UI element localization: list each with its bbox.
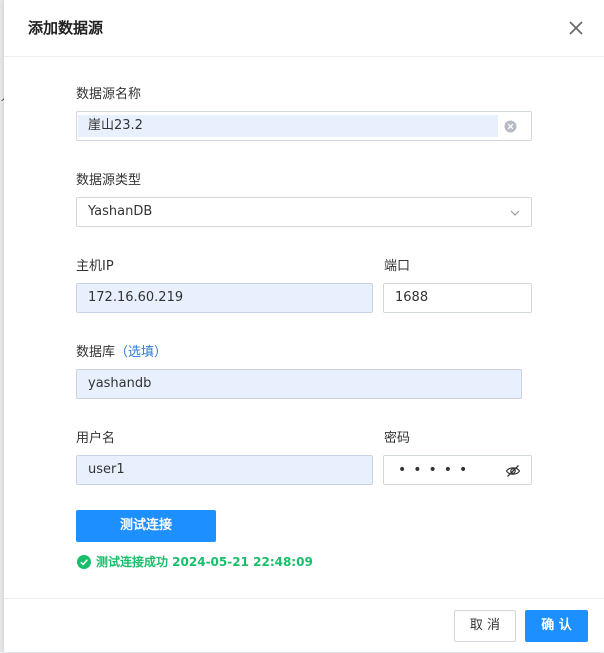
database-label: 数据库（选填） [76, 341, 167, 360]
password-input[interactable]: ••••• [383, 455, 532, 485]
database-value: yashandb [88, 376, 152, 391]
datasource-name-label: 数据源名称 [76, 87, 142, 102]
datasource-type-value: YashanDB [88, 204, 153, 219]
close-icon[interactable] [566, 18, 586, 38]
username-label: 用户名 [76, 431, 116, 446]
username-value: user1 [88, 462, 125, 477]
check-circle-icon [77, 555, 91, 569]
cancel-button[interactable]: 取 消 [454, 610, 516, 642]
chevron-down-icon [510, 210, 520, 216]
connection-success-text: 测试连接成功 2024-05-21 22:48:09 [96, 555, 313, 569]
database-label-text: 数据库 [76, 345, 116, 360]
dialog-header: 添加数据源 [4, 0, 604, 57]
eye-hidden-icon[interactable] [505, 463, 521, 479]
datasource-name-value: 崖山23.2 [88, 118, 143, 133]
datasource-type-label: 数据源类型 [76, 173, 142, 188]
database-input[interactable]: yashandb [76, 369, 522, 399]
datasource-type-select[interactable]: YashanDB [76, 197, 532, 227]
port-label: 端口 [384, 259, 411, 274]
port-value: 1688 [395, 290, 429, 305]
connection-success-message: 测试连接成功 2024-05-21 22:48:09 [77, 553, 313, 570]
add-datasource-dialog: 添加数据源 数据源名称 崖山23.2 数据源类型 YashanDB 主机IP 1… [4, 0, 604, 652]
datasource-name-input[interactable]: 崖山23.2 [76, 111, 532, 141]
test-connection-button[interactable]: 测试连接 [76, 510, 216, 542]
host-ip-value: 172.16.60.219 [88, 290, 184, 305]
host-ip-label: 主机IP [76, 259, 114, 274]
dialog-footer: 取 消 确 认 [4, 598, 604, 653]
confirm-button[interactable]: 确 认 [525, 610, 588, 642]
password-label: 密码 [384, 431, 411, 446]
host-ip-input[interactable]: 172.16.60.219 [76, 283, 373, 313]
database-optional-hint: （选填） [115, 345, 168, 360]
username-input[interactable]: user1 [76, 455, 373, 485]
port-input[interactable]: 1688 [383, 283, 532, 313]
clear-circle-icon[interactable] [504, 120, 517, 133]
password-masked-value: ••••• [398, 462, 475, 478]
dialog-title: 添加数据源 [28, 19, 104, 37]
